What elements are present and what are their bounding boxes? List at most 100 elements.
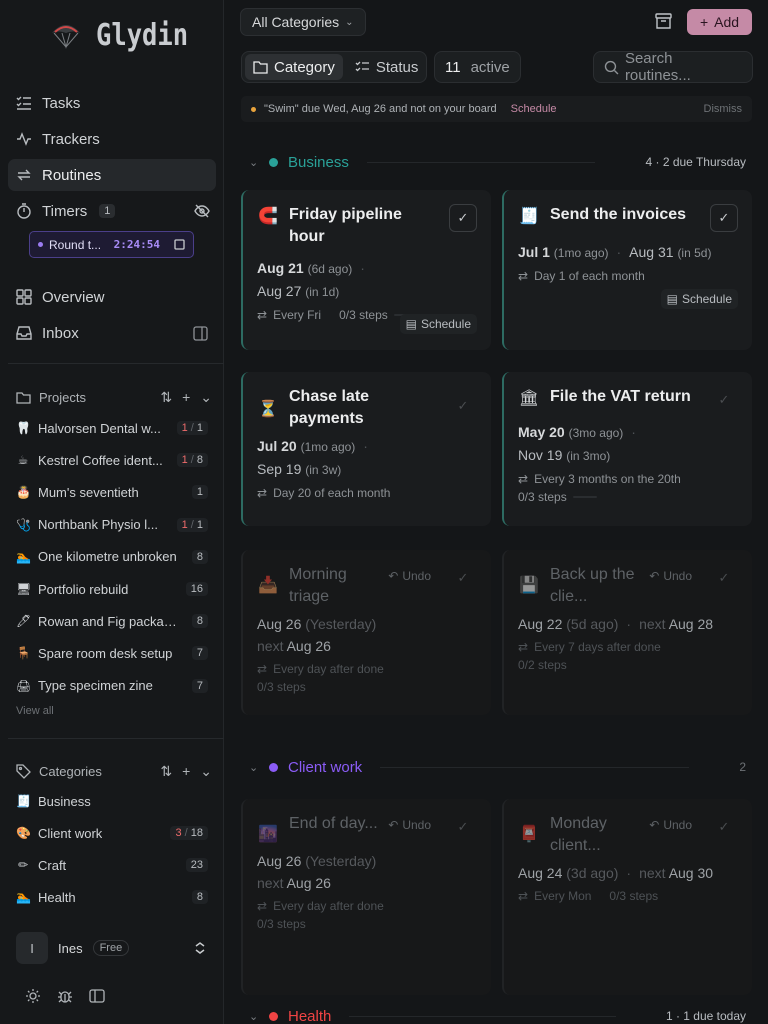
- nav-overview[interactable]: Overview: [8, 281, 216, 313]
- inbox-tray-icon: 📥: [258, 577, 278, 594]
- sort-icon[interactable]: ⇅: [160, 763, 172, 780]
- add-project-icon[interactable]: +: [182, 389, 190, 406]
- projects-item-count: 7: [191, 678, 208, 693]
- notice-dismiss-button[interactable]: Dismiss: [704, 103, 743, 115]
- projects-title: Projects: [39, 390, 86, 405]
- categories-item-label: Health: [38, 889, 76, 905]
- list-item[interactable]: 🧾 Business: [16, 789, 208, 813]
- notice-schedule-link[interactable]: Schedule: [511, 103, 557, 115]
- panel-icon[interactable]: [193, 325, 208, 341]
- group-client-work[interactable]: ⌄ Client work 2: [249, 755, 746, 779]
- projects-emoji-icon: 🎂: [16, 485, 31, 500]
- check-icon[interactable]: ✓: [449, 204, 477, 232]
- list-item[interactable]: 🏊 Health 8: [16, 885, 208, 909]
- check-icon[interactable]: ✓: [710, 564, 738, 592]
- repeat-icon: ⇄: [518, 889, 529, 903]
- add-button[interactable]: + Add: [687, 9, 752, 35]
- list-item[interactable]: 🎨 Client work 3 / 18: [16, 821, 208, 845]
- sort-icon[interactable]: ⇅: [160, 389, 172, 406]
- search-icon: [604, 60, 619, 74]
- folder-icon: [253, 61, 268, 74]
- check-icon[interactable]: ✓: [710, 204, 738, 232]
- list-item[interactable]: 🎂 Mum's seventieth 1: [16, 480, 208, 504]
- user-menu[interactable]: I Ines Free: [16, 930, 212, 966]
- group-meta: 2: [739, 760, 746, 774]
- categories-item-count: 3 / 18: [170, 826, 208, 840]
- check-icon[interactable]: ✓: [449, 392, 477, 420]
- list-item[interactable]: ✏ Craft 23: [16, 853, 208, 877]
- routine-card-done[interactable]: 🌆 End of day... ↶ Undo ✓ Aug 26 (Yesterda…: [241, 799, 491, 995]
- plan-badge: Free: [92, 940, 130, 956]
- list-item[interactable]: 🏊 One kilometre unbroken 8: [16, 545, 208, 569]
- list-item[interactable]: 🖨 Type specimen zine 7: [16, 674, 208, 698]
- categories-emoji-icon: ✏: [17, 858, 29, 872]
- chevron-down-icon[interactable]: ⌄: [200, 389, 212, 406]
- group-divider: [349, 1015, 616, 1017]
- running-timer[interactable]: Round t... 2:24:54: [29, 231, 194, 258]
- nav-timers[interactable]: Timers 1: [8, 195, 216, 227]
- stop-icon[interactable]: [174, 239, 185, 250]
- check-icon[interactable]: ✓: [449, 813, 477, 841]
- sun-icon[interactable]: [25, 988, 41, 1004]
- eye-off-icon[interactable]: [194, 203, 210, 219]
- categories-header: Categories ⇅ + ⌄: [16, 763, 212, 780]
- nav-routines[interactable]: Routines: [8, 159, 216, 191]
- list-item[interactable]: 🪑 Spare room desk setup 7: [16, 641, 208, 665]
- app-logo[interactable]: Glydin: [50, 18, 204, 53]
- sidebar-footer: [25, 988, 105, 1004]
- projects-emoji-icon: 🖥: [16, 582, 32, 596]
- routine-card[interactable]: 🧲 Friday pipeline hour ✓ Aug 21 (6d ago)…: [241, 190, 491, 350]
- group-color-dot: [269, 762, 278, 772]
- group-business[interactable]: ⌄ Business 4 · 2 due Thursday: [249, 150, 746, 174]
- list-item[interactable]: 🩺 Northbank Physio l... 1 / 1: [16, 513, 208, 537]
- routine-card-done[interactable]: 📥 Morning triage ↶ Undo ✓ Aug 26 (Yesterd…: [241, 550, 491, 715]
- add-category-icon[interactable]: +: [182, 763, 190, 780]
- routine-card[interactable]: ⏳ Chase late payments ✓ Jul 20 (1mo ago)…: [241, 372, 491, 526]
- undo-button[interactable]: ↶ Undo: [388, 569, 431, 583]
- undo-button[interactable]: ↶ Undo: [649, 569, 692, 583]
- bug-icon[interactable]: [57, 988, 73, 1004]
- list-item[interactable]: 🦷 Halvorsen Dental w... 1 / 1: [16, 416, 208, 440]
- undo-button[interactable]: ↶ Undo: [388, 818, 431, 832]
- category-filter-dropdown[interactable]: All Categories ⌄: [240, 8, 366, 36]
- search-placeholder: Search routines...: [624, 50, 691, 84]
- parachute-icon: [50, 21, 82, 51]
- projects-item-label: Portfolio rebuild: [38, 581, 129, 597]
- plus-icon: +: [699, 14, 709, 30]
- card-repeat: ⇄ Every 3 months on the 20th: [518, 472, 681, 486]
- schedule-button[interactable]: ▤ Schedule: [660, 289, 738, 309]
- search-input[interactable]: Search routines...: [593, 50, 753, 84]
- check-icon[interactable]: ✓: [710, 386, 738, 414]
- projects-emoji-icon: 🦷: [16, 421, 31, 435]
- calendar-icon: ▤: [666, 292, 678, 306]
- sidebar-toggle-icon[interactable]: [89, 988, 105, 1004]
- chevron-down-icon[interactable]: ⌄: [200, 763, 212, 780]
- chevrons-up-down-icon: [195, 942, 205, 954]
- view-all-link[interactable]: View all: [16, 705, 54, 717]
- group-health[interactable]: ⌄ Health 1 · 1 due today: [249, 1004, 746, 1024]
- check-icon[interactable]: ✓: [710, 813, 738, 841]
- check-icon[interactable]: ✓: [449, 564, 477, 592]
- routine-card-done[interactable]: 📮 Monday client... ↶ Undo ✓ Aug 24 (3d ag…: [502, 799, 752, 995]
- active-count[interactable]: 11 active: [434, 51, 521, 83]
- group-color-dot: [269, 157, 278, 167]
- card-repeat: ⇄ Every 7 days after done: [518, 640, 661, 654]
- sidebar: Glydin Tasks Trackers Routines Timers 1 …: [0, 0, 224, 1024]
- routine-card[interactable]: 🏛 File the VAT return ✓ May 20 (3mo ago)…: [502, 372, 752, 526]
- nav-inbox[interactable]: Inbox: [8, 317, 216, 349]
- repeat-icon: ⇄: [257, 486, 268, 500]
- segment-category[interactable]: Category: [245, 54, 343, 80]
- list-item[interactable]: 🖊 Rowan and Fig packagi... 8: [16, 609, 208, 633]
- categories-item-count: 23: [185, 858, 208, 872]
- undo-button[interactable]: ↶ Undo: [649, 818, 692, 832]
- schedule-button[interactable]: ▤ Schedule: [399, 314, 477, 334]
- list-item[interactable]: 🖥 Portfolio rebuild 16: [16, 577, 208, 601]
- archive-icon[interactable]: [655, 13, 672, 29]
- segment-status[interactable]: Status: [347, 54, 427, 80]
- routine-card[interactable]: 🧾 Send the invoices ✓ Jul 1 (1mo ago) · Au…: [502, 190, 752, 350]
- nav-trackers[interactable]: Trackers: [8, 123, 216, 155]
- routine-card-done[interactable]: 💾 Back up the clie... ↶ Undo ✓ Aug 22 (5d…: [502, 550, 752, 715]
- nav-tasks[interactable]: Tasks: [8, 87, 216, 119]
- projects-item-label: Kestrel Coffee ident...: [38, 452, 163, 468]
- list-item[interactable]: ☕ Kestrel Coffee ident... 1 / 8: [16, 448, 208, 472]
